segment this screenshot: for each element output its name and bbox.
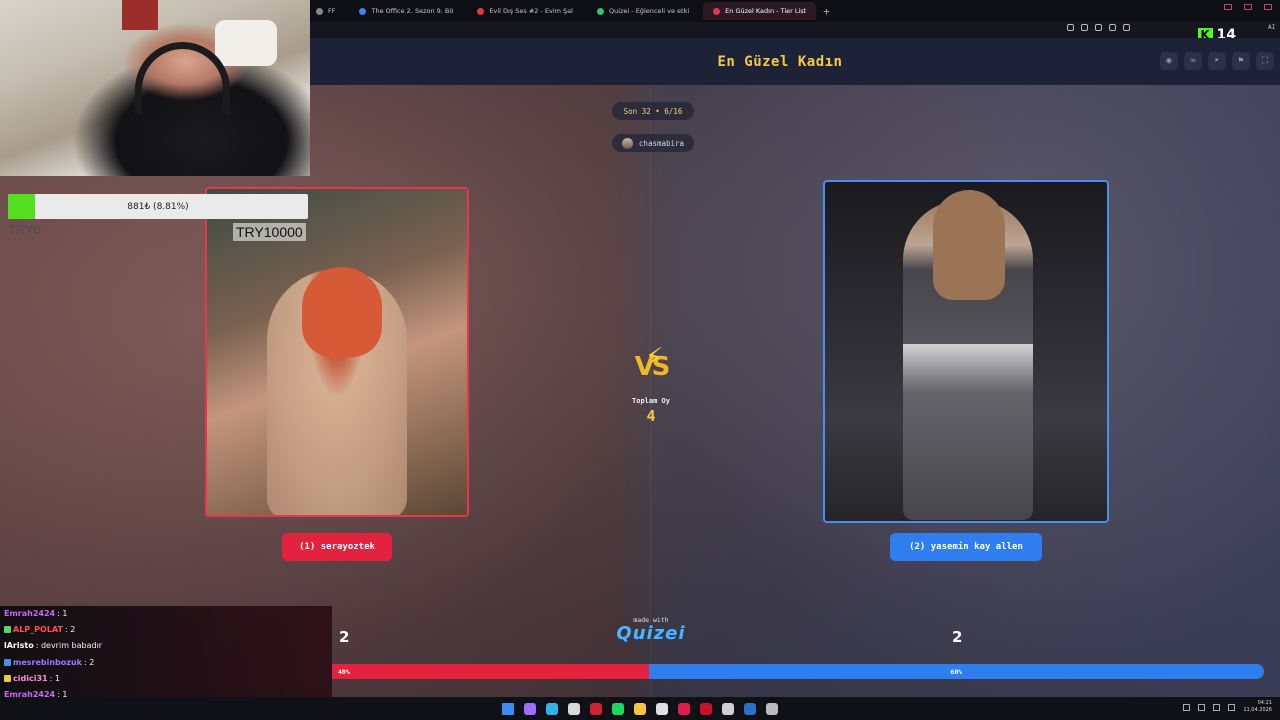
fullscreen-icon[interactable]: ⛶ <box>1256 52 1274 70</box>
vote-result-bar: 40% 60% <box>332 664 1264 679</box>
flag-icon[interactable]: ⚑ <box>1232 52 1250 70</box>
webcam-background-poster <box>122 0 158 30</box>
ai-label[interactable]: AI <box>1268 24 1280 31</box>
header-actions: ◉ ∞ ➤ ⚑ ⛶ <box>1160 52 1274 70</box>
left-vote-share: 40% <box>332 664 649 679</box>
chat-message-text: : 2 <box>64 625 76 635</box>
chat-message-text: : devrim babadır <box>35 641 103 651</box>
chat-message: cidici31: 1 <box>4 674 60 683</box>
obs-icon[interactable] <box>722 702 734 715</box>
chat-message: ALP_POLAT: 2 <box>4 625 75 634</box>
right-vote-count: 2 <box>952 628 963 646</box>
donation-goal-bar: 881₺ (8.81%) <box>8 194 308 219</box>
page-title: En Güzel Kadın <box>717 53 843 70</box>
tab-favicon-icon <box>596 7 604 15</box>
chrome-icon[interactable] <box>656 702 668 715</box>
total-votes-value: 4 <box>646 407 656 425</box>
heart-icon[interactable] <box>1123 24 1130 31</box>
maximize-icon[interactable] <box>1244 4 1252 10</box>
windows-start-icon[interactable] <box>502 702 514 715</box>
total-votes-label: Toplam Oy <box>632 397 670 405</box>
avatar <box>621 137 633 149</box>
chat-username[interactable]: Emrah2424 <box>4 609 55 618</box>
new-tab-button[interactable]: + <box>823 5 830 18</box>
chair-cushion <box>215 20 277 66</box>
browser-tab[interactable]: Evil Dış Ses #2 - Evim Şal <box>467 2 583 20</box>
clock[interactable]: 04:21 11.04.2026 <box>1243 700 1272 714</box>
extension-toolbar <box>1067 24 1130 31</box>
tab-favicon-icon <box>713 7 721 15</box>
chat-overlay: Emrah2424: 1 ALP_POLAT: 2 lAristo: devrim … <box>0 606 332 704</box>
chat-message-text: : 1 <box>49 673 60 683</box>
chat-badge-icon <box>4 674 11 682</box>
left-photo-hair <box>302 267 382 357</box>
settings-icon[interactable] <box>766 702 778 715</box>
copilot-icon[interactable] <box>524 702 536 715</box>
shield-icon[interactable] <box>1095 24 1102 31</box>
browser-tab-active[interactable]: En Güzel Kadın - Tier List <box>703 2 817 20</box>
window-controls <box>1224 4 1272 10</box>
network-icon[interactable] <box>1198 703 1206 711</box>
chat-badge-icon <box>4 658 11 666</box>
browser-tab[interactable]: Quizei - Eğlenceli ve etki <box>587 2 699 20</box>
eye-icon[interactable]: ◉ <box>1160 52 1178 70</box>
chat-username[interactable]: ALP_POLAT <box>13 625 63 634</box>
chat-badge-icon <box>4 626 11 634</box>
right-choice-image[interactable] <box>823 180 1109 523</box>
spotify-icon[interactable] <box>612 702 624 715</box>
right-vote-share: 60% <box>648 664 1264 679</box>
center-divider <box>650 85 651 700</box>
share-icon[interactable] <box>1081 24 1088 31</box>
chat-message-text: : 1 <box>57 609 68 618</box>
chat-username[interactable]: cidici31 <box>13 674 48 683</box>
streamer-app-icon[interactable] <box>700 702 712 715</box>
opera-icon[interactable] <box>590 702 602 715</box>
creator-name: chasmabira <box>638 138 685 148</box>
donation-goal-text: 881₺ (8.81%) <box>127 201 189 212</box>
creator-badge[interactable]: chasmabira <box>612 134 694 152</box>
files-icon[interactable] <box>568 702 580 715</box>
chat-message: lAristo: devrim babadır <box>4 641 102 650</box>
chevron-up-icon[interactable] <box>1183 703 1191 711</box>
send-icon[interactable]: ➤ <box>1208 52 1226 70</box>
volume-icon[interactable] <box>1213 703 1221 711</box>
quizei-logo[interactable]: Quizei <box>610 623 692 644</box>
choice-2-button[interactable]: (2) yasemin kay allen <box>890 533 1042 561</box>
lightning-icon: ⚡ <box>645 343 664 373</box>
chat-username[interactable]: lAristo <box>4 641 34 650</box>
tab-favicon-icon <box>359 7 367 15</box>
opera-gx-icon[interactable] <box>678 702 690 715</box>
chat-username[interactable]: mesrebinbozuk <box>13 658 82 667</box>
tab-favicon-icon <box>316 7 323 15</box>
choice-1-button[interactable]: (1) serayoztek <box>282 533 392 561</box>
link-icon[interactable]: ∞ <box>1184 52 1202 70</box>
left-choice-image[interactable]: TRY10000 <box>205 187 469 517</box>
battery-icon[interactable] <box>1228 703 1236 711</box>
donation-currency-line: TRY0 <box>8 222 41 237</box>
chat-message: mesrebinbozuk: 2 <box>4 658 94 667</box>
tab-favicon-icon <box>477 7 485 15</box>
webcam-feed <box>0 0 310 176</box>
left-vote-count: 2 <box>339 628 350 646</box>
system-tray: 04:21 11.04.2026 <box>1183 700 1272 714</box>
chat-message: Emrah2424: 1 <box>4 609 67 618</box>
donation-caption: TRY10000 <box>233 223 306 241</box>
play-icon[interactable] <box>1109 24 1116 31</box>
browser-tab[interactable]: FF <box>306 2 345 20</box>
browser-tab[interactable]: The Office 2. Sezon 9. Bö <box>349 2 463 20</box>
edge-icon[interactable] <box>546 702 558 715</box>
steam-icon[interactable] <box>744 702 756 715</box>
folder-icon[interactable] <box>634 702 646 715</box>
right-photo-hair <box>933 190 1005 300</box>
app-header: En Güzel Kadın ◉ ∞ ➤ ⚑ ⛶ <box>310 38 1280 85</box>
round-indicator: Son 32 • 6/16 <box>612 102 694 120</box>
chat-message-text: : 2 <box>83 657 95 667</box>
close-icon[interactable] <box>1264 4 1272 10</box>
bookmark-icon[interactable] <box>1067 24 1074 31</box>
minimize-icon[interactable] <box>1224 4 1232 10</box>
windows-taskbar <box>0 697 1280 720</box>
